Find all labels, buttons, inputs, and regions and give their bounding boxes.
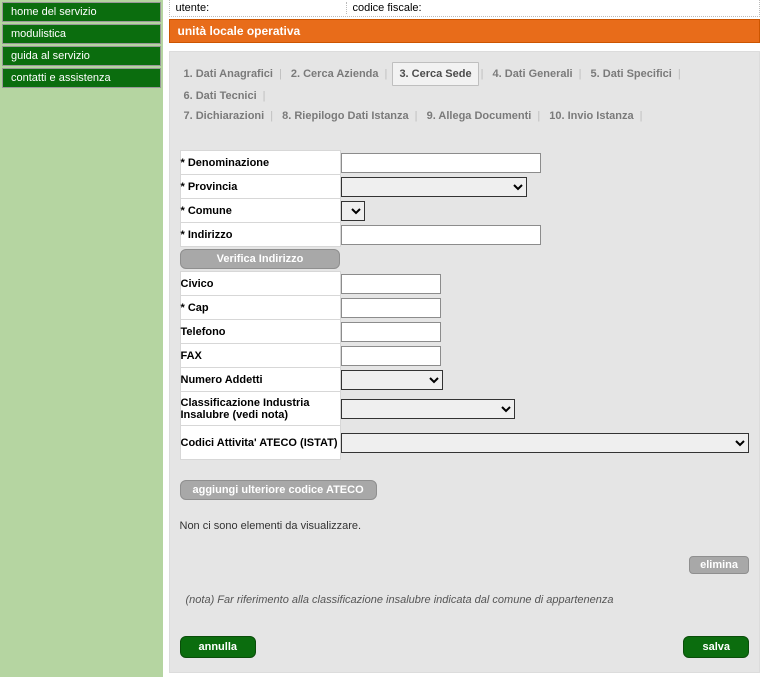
sidebar: home del servizio modulistica guida al s…: [0, 0, 163, 677]
provincia-select[interactable]: [341, 177, 527, 197]
sidebar-item-home[interactable]: home del servizio: [2, 2, 161, 22]
verifica-indirizzo-button[interactable]: Verifica Indirizzo: [180, 249, 340, 269]
wizard-step-2[interactable]: 2. Cerca Azienda: [287, 64, 383, 84]
elimina-button[interactable]: elimina: [689, 556, 749, 574]
content-area: 1. Dati Anagrafici| 2. Cerca Azienda| 3.…: [169, 51, 761, 673]
topbar-utente-label: utente:: [176, 2, 346, 14]
sidebar-item-guida[interactable]: guida al servizio: [2, 46, 161, 66]
class-industria-label: Classificazione Industria Insalubre (ved…: [180, 392, 340, 426]
provincia-label: * Provincia: [180, 175, 340, 199]
form-table: * Denominazione * Provincia * Comune * I…: [180, 150, 750, 460]
codici-ateco-label: Codici Attivita' ATECO (ISTAT): [180, 426, 340, 460]
indirizzo-input[interactable]: [341, 225, 541, 245]
class-industria-select[interactable]: [341, 399, 515, 419]
wizard-step-1[interactable]: 1. Dati Anagrafici: [180, 64, 277, 84]
civico-input[interactable]: [341, 274, 441, 294]
section-title: unità locale operativa: [169, 19, 761, 43]
cap-label: * Cap: [180, 296, 340, 320]
telefono-input[interactable]: [341, 322, 441, 342]
denominazione-label: * Denominazione: [180, 151, 340, 175]
wizard-steps: 1. Dati Anagrafici| 2. Cerca Azienda| 3.…: [180, 62, 750, 126]
topbar: utente: codice fiscale:: [169, 0, 761, 17]
sidebar-item-contatti[interactable]: contatti e assistenza: [2, 68, 161, 88]
numero-addetti-label: Numero Addetti: [180, 368, 340, 392]
fax-input[interactable]: [341, 346, 441, 366]
comune-select[interactable]: [341, 201, 365, 221]
codici-ateco-select[interactable]: [341, 433, 749, 453]
denominazione-input[interactable]: [341, 153, 541, 173]
wizard-step-10[interactable]: 10. Invio Istanza: [545, 106, 637, 126]
fax-label: FAX: [180, 344, 340, 368]
wizard-step-5[interactable]: 5. Dati Specifici: [587, 64, 676, 84]
wizard-step-4[interactable]: 4. Dati Generali: [489, 64, 577, 84]
indirizzo-label: * Indirizzo: [180, 223, 340, 247]
comune-label: * Comune: [180, 199, 340, 223]
add-ateco-button[interactable]: aggiungi ulteriore codice ATECO: [180, 480, 377, 500]
cap-input[interactable]: [341, 298, 441, 318]
wizard-step-3[interactable]: 3. Cerca Sede: [392, 62, 478, 86]
wizard-step-8[interactable]: 8. Riepilogo Dati Istanza: [278, 106, 413, 126]
note-text: (nota) Far riferimento alla classificazi…: [186, 594, 750, 606]
empty-message: Non ci sono elementi da visualizzare.: [180, 520, 750, 532]
numero-addetti-select[interactable]: [341, 370, 443, 390]
topbar-codice-label: codice fiscale:: [346, 2, 754, 14]
wizard-step-7[interactable]: 7. Dichiarazioni: [180, 106, 269, 126]
telefono-label: Telefono: [180, 320, 340, 344]
salva-button[interactable]: salva: [683, 636, 749, 658]
wizard-step-6[interactable]: 6. Dati Tecnici: [180, 86, 261, 106]
wizard-step-9[interactable]: 9. Allega Documenti: [423, 106, 536, 126]
civico-label: Civico: [180, 272, 340, 296]
sidebar-item-modulistica[interactable]: modulistica: [2, 24, 161, 44]
annulla-button[interactable]: annulla: [180, 636, 257, 658]
